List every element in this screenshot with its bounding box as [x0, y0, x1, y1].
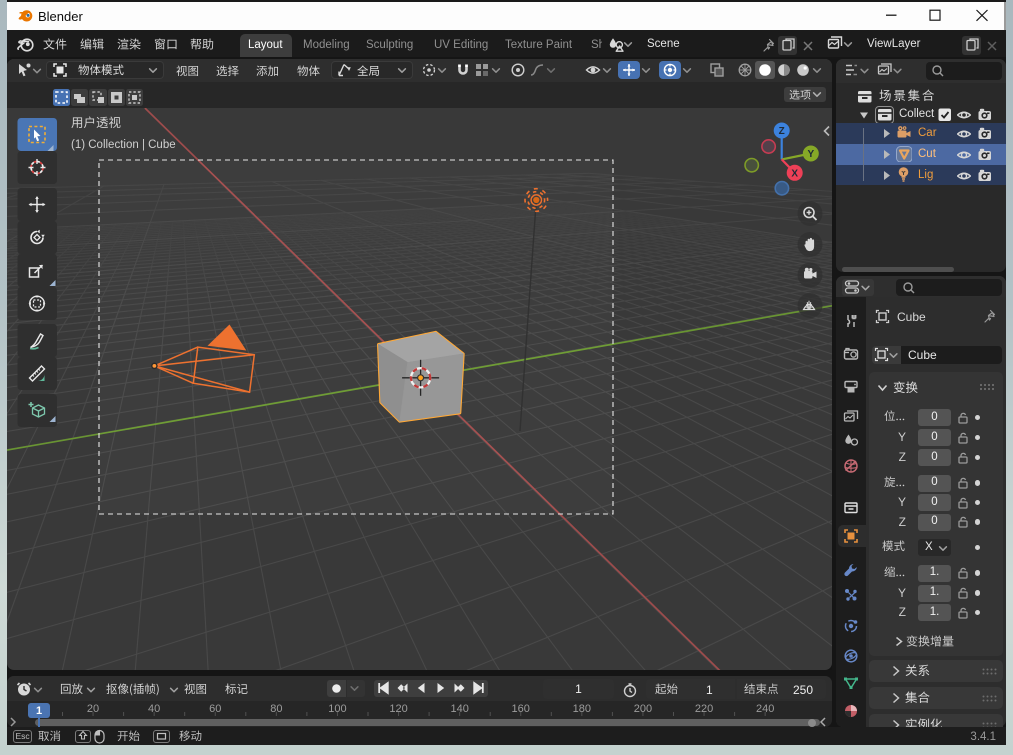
svg-text:Y: Y [807, 149, 814, 160]
svg-text:Z: Z [779, 126, 785, 137]
svg-text:(1) Collection | Cube: (1) Collection | Cube [71, 139, 176, 151]
svg-text:X: X [791, 168, 798, 179]
